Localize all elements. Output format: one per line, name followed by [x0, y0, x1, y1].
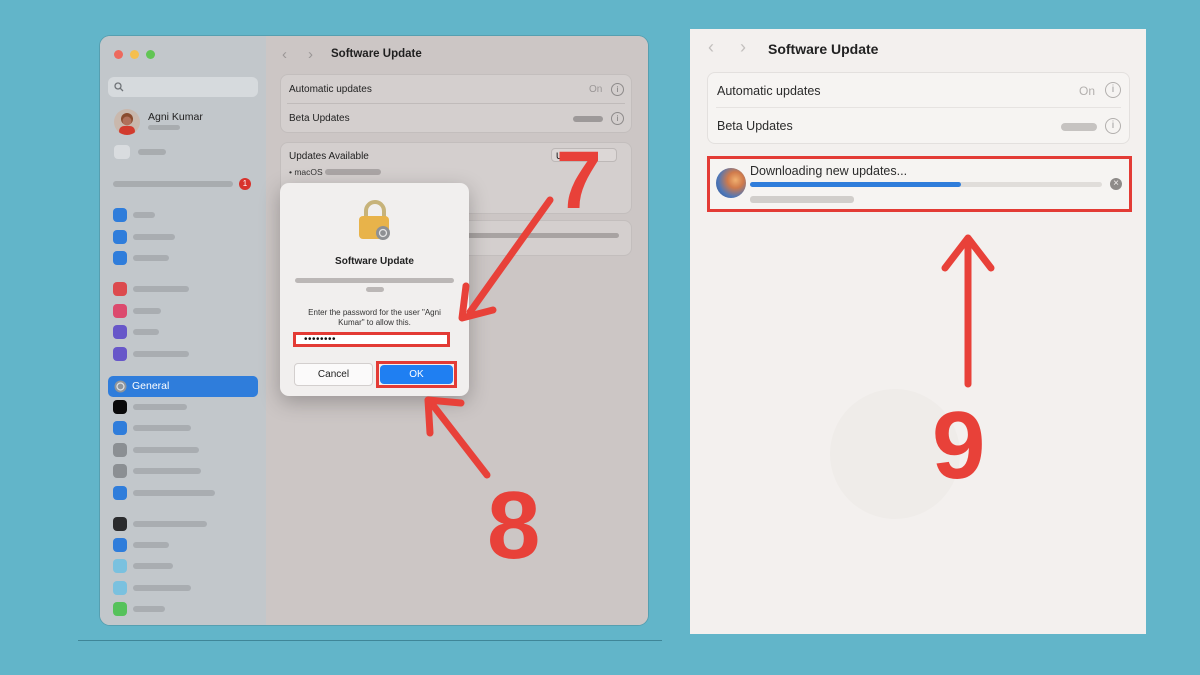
step-number-9: 9 [932, 392, 986, 499]
arrow-to-ok-button [424, 396, 491, 479]
arrow-to-download-card [941, 234, 995, 388]
step-number-8: 8 [487, 472, 541, 579]
annotation-arrows [424, 196, 995, 479]
arrow-to-password-field [458, 196, 554, 322]
step-number-7: 7 [556, 135, 602, 226]
